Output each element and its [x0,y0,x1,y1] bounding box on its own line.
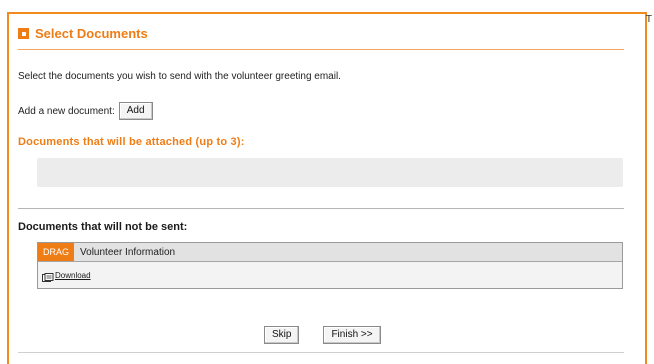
add-document-label: Add a new document: [18,105,115,117]
download-link[interactable]: Download [55,271,91,280]
wizard-actions: Skip Finish >> [264,326,381,344]
not-sent-documents-heading: Documents that will not be sent: [18,221,188,233]
document-item-header: DRAG Volunteer Information [38,243,622,262]
section-bullet-icon [18,28,29,39]
bottom-divider [18,352,624,353]
finish-button[interactable]: Finish >> [323,326,381,344]
skip-button[interactable]: Skip [264,326,300,344]
panel-header: Select Documents [18,26,148,41]
add-document-row: Add a new document: Add [18,102,153,120]
add-button[interactable]: Add [118,102,153,120]
drag-handle[interactable]: DRAG [38,243,75,261]
document-name: Volunteer Information [80,246,176,258]
page-title: Select Documents [35,26,148,41]
attached-documents-heading: Documents that will be attached (up to 3… [18,136,245,148]
title-divider [18,49,624,50]
document-item-body: Download [38,262,622,288]
document-item: DRAG Volunteer Information Download [37,242,623,289]
attached-documents-dropzone[interactable] [37,158,623,187]
instructions-text: Select the documents you wish to send wi… [18,71,341,82]
section-divider [18,208,624,209]
document-icon [42,270,54,282]
corner-mark: T [645,14,652,25]
select-documents-panel [7,12,647,364]
